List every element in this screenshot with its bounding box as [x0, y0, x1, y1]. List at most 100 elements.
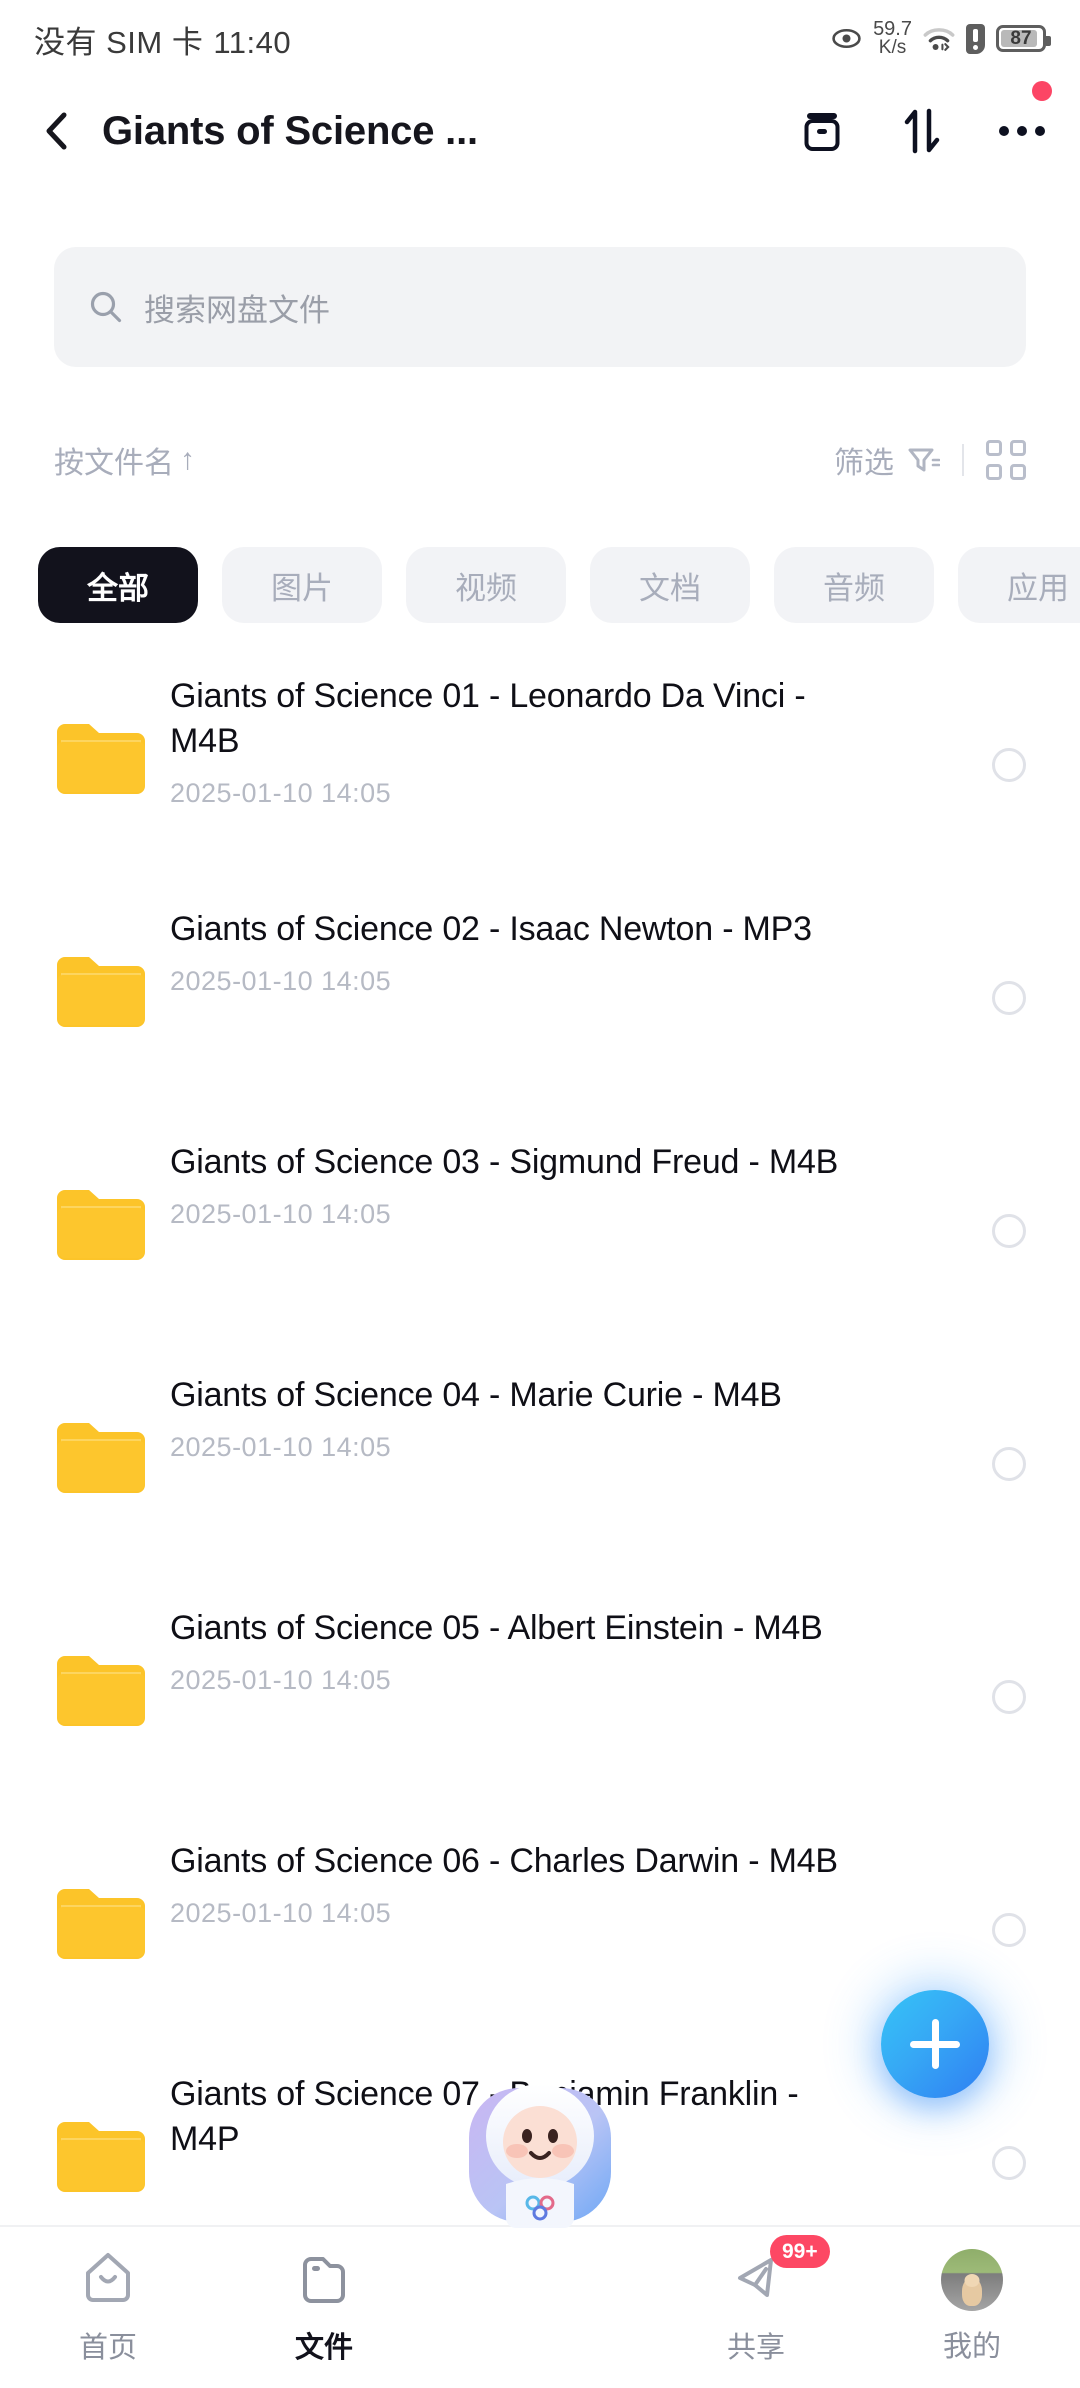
- folder-icon: [57, 1190, 145, 1260]
- file-name: Giants of Science 02 - Isaac Newton - MP…: [170, 910, 812, 948]
- folder-icon: [57, 957, 145, 1027]
- sort-row-right: 筛选: [834, 438, 1026, 482]
- nav-item-assistant[interactable]: [432, 2084, 648, 2249]
- nav-item-label: 文件: [294, 2332, 353, 2364]
- transfer-up-down-icon: [904, 108, 940, 154]
- funnel-icon: [908, 448, 940, 472]
- status-bar: 没有 SIM 卡 11:40 59.7 K/s 87: [0, 0, 1080, 78]
- filter-chip-label: 视频: [455, 570, 517, 606]
- folder-icon-wrap: [54, 1184, 148, 1260]
- filter-chip-label: 音频: [823, 570, 885, 606]
- file-list-item[interactable]: Giants of Science 04 - Marie Curie - M4B…: [0, 1351, 1080, 1584]
- file-list-item[interactable]: Giants of Science 01 - Leonardo Da Vinci…: [0, 652, 1080, 885]
- status-left: 没有 SIM 卡 11:40: [34, 17, 291, 62]
- add-button-fab[interactable]: [881, 1990, 989, 2098]
- filter-chip-音频[interactable]: 音频: [774, 547, 934, 623]
- chevron-left-icon: [46, 112, 67, 150]
- filter-button[interactable]: 筛选: [834, 438, 940, 482]
- folder-icon: [57, 1889, 145, 1959]
- folder-nav-icon: [303, 2257, 345, 2303]
- network-speed: 59.7 K/s: [873, 19, 912, 59]
- carrier-label: 没有 SIM 卡: [34, 24, 204, 60]
- user-avatar-icon: [941, 2249, 1003, 2311]
- nav-item-label: 我的: [942, 2331, 1001, 2363]
- archive-button[interactable]: [798, 107, 846, 155]
- file-date: 2025-01-10 14:05: [170, 1897, 392, 1928]
- bottom-navigation: 首页 文件 共享 99+ 我的: [0, 2084, 1080, 2388]
- file-info: Giants of Science 06 - Charles Darwin - …: [170, 1817, 870, 1929]
- filter-chip-应用[interactable]: 应用: [958, 547, 1080, 623]
- file-date: 2025-01-10 14:05: [170, 965, 392, 996]
- nav-item-label: 首页: [78, 2332, 137, 2364]
- filter-label: 筛选: [834, 447, 894, 480]
- sim-warning-icon: [966, 23, 985, 54]
- back-button[interactable]: [34, 108, 80, 154]
- more-options-button[interactable]: [998, 81, 1052, 155]
- select-radio[interactable]: [992, 1680, 1026, 1714]
- app-root: 没有 SIM 卡 11:40 59.7 K/s 87 Giants of Sci…: [0, 0, 1080, 2388]
- battery-level: 87: [1010, 27, 1032, 49]
- header-actions: [798, 81, 1052, 155]
- filter-chip-label: 全部: [87, 570, 149, 606]
- folder-icon-wrap: [54, 2116, 148, 2192]
- file-info: Giants of Science 01 - Leonardo Da Vinci…: [170, 652, 870, 809]
- folder-icon-wrap: [54, 718, 148, 794]
- file-list-item[interactable]: Giants of Science 03 - Sigmund Freud - M…: [0, 1118, 1080, 1351]
- folder-icon-wrap: [54, 1883, 148, 1959]
- speed-unit: K/s: [878, 37, 907, 59]
- mascot-assistant-button[interactable]: [461, 2074, 619, 2239]
- search-placeholder: 搜索网盘文件: [144, 292, 330, 328]
- filter-chip-全部[interactable]: 全部: [38, 547, 198, 623]
- file-name: Giants of Science 04 - Marie Curie - M4B: [170, 1376, 782, 1414]
- file-date: 2025-01-10 14:05: [170, 1431, 392, 1462]
- folder-icon: [57, 724, 145, 794]
- filter-chip-label: 应用: [1007, 570, 1069, 606]
- file-list-item[interactable]: Giants of Science 02 - Isaac Newton - MP…: [0, 885, 1080, 1118]
- sort-direction-arrow-icon: ↑: [180, 443, 195, 476]
- nav-item-首页[interactable]: 首页: [0, 2227, 216, 2366]
- file-date: 2025-01-10 14:05: [170, 777, 392, 808]
- mascot-assistant-icon: [469, 2084, 611, 2228]
- filter-chip-视频[interactable]: 视频: [406, 547, 566, 623]
- file-date: 2025-01-10 14:05: [170, 1198, 392, 1229]
- archive-box-icon: [804, 113, 840, 151]
- nav-item-文件[interactable]: 文件: [216, 2227, 432, 2366]
- search-bar-container: 搜索网盘文件: [54, 247, 1026, 367]
- nav-item-我的[interactable]: 我的: [864, 2227, 1080, 2365]
- file-info: Giants of Science 05 - Albert Einstein -…: [170, 1584, 870, 1696]
- wifi-icon: [923, 28, 955, 51]
- search-icon: [90, 291, 122, 323]
- transfer-button[interactable]: [898, 107, 946, 155]
- nav-item-共享[interactable]: 共享 99+: [648, 2227, 864, 2366]
- select-radio[interactable]: [992, 1214, 1026, 1248]
- battery-icon: 87: [996, 25, 1051, 53]
- filter-chip-label: 文档: [639, 570, 701, 606]
- file-list-item[interactable]: Giants of Science 05 - Albert Einstein -…: [0, 1584, 1080, 1817]
- select-radio[interactable]: [992, 748, 1026, 782]
- status-right: 59.7 K/s 87: [831, 19, 1051, 59]
- home-icon: [86, 2253, 130, 2302]
- nav-badge: 99+: [770, 2235, 830, 2269]
- app-header: Giants of Science ...: [0, 78, 1080, 184]
- grid-view-icon[interactable]: [986, 440, 1026, 480]
- file-info: Giants of Science 04 - Marie Curie - M4B…: [170, 1351, 870, 1463]
- select-radio[interactable]: [992, 1913, 1026, 1947]
- divider: [962, 444, 964, 476]
- notification-dot-badge: [1032, 81, 1052, 101]
- filter-chip-文档[interactable]: 文档: [590, 547, 750, 623]
- filter-chip-list[interactable]: 全部 图片 视频 文档 音频 应用: [0, 542, 1080, 628]
- folder-icon: [57, 1423, 145, 1493]
- nav-item-label: 共享: [726, 2332, 785, 2364]
- select-radio[interactable]: [992, 1447, 1026, 1481]
- filter-chip-label: 图片: [271, 570, 333, 606]
- folder-icon-wrap: [54, 1417, 148, 1493]
- nav-icon-wrap: [295, 2249, 353, 2312]
- select-radio[interactable]: [992, 2146, 1026, 2180]
- filter-chip-图片[interactable]: 图片: [222, 547, 382, 623]
- sort-by-button[interactable]: 按文件名 ↑: [54, 438, 195, 482]
- file-info: Giants of Science 03 - Sigmund Freud - M…: [170, 1118, 870, 1230]
- select-radio[interactable]: [992, 981, 1026, 1015]
- page-title: Giants of Science ...: [102, 108, 478, 153]
- search-input[interactable]: 搜索网盘文件: [54, 247, 1026, 367]
- file-name: Giants of Science 01 - Leonardo Da Vinci…: [170, 677, 806, 760]
